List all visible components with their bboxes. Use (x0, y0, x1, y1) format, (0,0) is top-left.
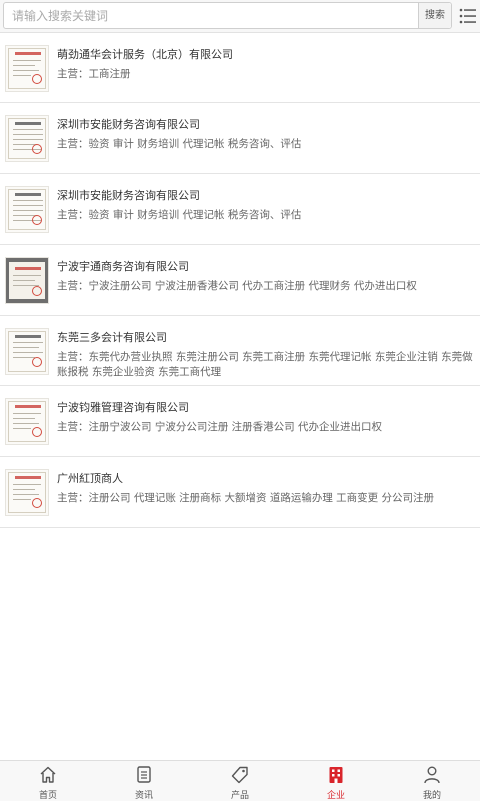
search-button[interactable]: 搜索 (418, 3, 451, 28)
search-input[interactable] (4, 3, 422, 28)
company-name[interactable]: 东莞三多会计有限公司 (57, 329, 167, 345)
list-item[interactable]: 萌劲通华会计服务（北京）有限公司 主营：工商注册 (0, 33, 480, 103)
business-license-thumbnail (5, 115, 49, 162)
search-bar: 搜索 (0, 0, 480, 33)
company-name[interactable]: 深圳市安能财务咨询有限公司 (57, 187, 200, 203)
nav-company[interactable]: 企业 (288, 761, 384, 801)
home-icon (40, 766, 56, 783)
company-business: 主营：东莞代办营业执照 东莞注册公司 东莞工商注册 东莞代理记帐 东莞企业注销 … (57, 351, 473, 378)
company-business: 主营：宁波注册公司 宁波注册香港公司 代办工商注册 代理财务 代办进出口权 (57, 280, 417, 292)
nav-company-label: 企业 (326, 791, 345, 801)
user-icon (424, 766, 440, 784)
company-business: 主营：验资 审计 财务培训 代理记帐 税务咨询、评估 (57, 209, 302, 221)
company-list: 萌劲通华会计服务（北京）有限公司 主营：工商注册 深圳市安能财务咨询有限公司 主… (0, 33, 480, 528)
business-license-thumbnail (5, 186, 49, 233)
company-name[interactable]: 宁波宇通商务咨询有限公司 (57, 258, 189, 274)
news-icon (137, 766, 151, 783)
nav-products[interactable]: 产品 (192, 761, 288, 801)
nav-news[interactable]: 资讯 (96, 761, 192, 801)
search-box: 搜索 (3, 2, 452, 29)
tag-icon (231, 766, 248, 784)
company-business: 主营：注册公司 代理记账 注册商标 大额增资 道路运输办理 工商变更 分公司注册 (57, 492, 435, 504)
business-license-thumbnail (5, 398, 49, 445)
nav-products-label: 产品 (230, 791, 249, 801)
nav-mine[interactable]: 我的 (384, 761, 480, 801)
company-name[interactable]: 广州紅顶商人 (57, 470, 123, 486)
list-item[interactable]: 东莞三多会计有限公司 主营：东莞代办营业执照 东莞注册公司 东莞工商注册 东莞代… (0, 316, 480, 386)
company-business: 主营：工商注册 (57, 68, 131, 80)
company-name[interactable]: 宁波钧雅管理咨询有限公司 (57, 399, 189, 415)
company-business: 主营：注册宁波公司 宁波分公司注册 注册香港公司 代办企业进出口权 (57, 421, 383, 433)
company-name[interactable]: 萌劲通华会计服务（北京）有限公司 (57, 46, 233, 62)
business-license-thumbnail (5, 45, 49, 92)
business-license-thumbnail (5, 328, 49, 375)
nav-news-label: 资讯 (134, 791, 153, 801)
list-item[interactable]: 广州紅顶商人 主营：注册公司 代理记账 注册商标 大额增资 道路运输办理 工商变… (0, 457, 480, 528)
bottom-nav: 首页 资讯 产品 企业 我的 (0, 760, 480, 801)
nav-home-label: 首页 (38, 791, 57, 801)
business-license-thumbnail (5, 257, 49, 304)
list-item[interactable]: 宁波宇通商务咨询有限公司 主营：宁波注册公司 宁波注册香港公司 代办工商注册 代… (0, 245, 480, 316)
building-icon (329, 767, 343, 783)
list-menu-icon[interactable] (459, 7, 477, 25)
business-license-thumbnail (5, 469, 49, 516)
nav-mine-label: 我的 (422, 791, 441, 801)
company-name[interactable]: 深圳市安能财务咨询有限公司 (57, 116, 200, 132)
company-business: 主营：验资 审计 财务培训 代理记帐 税务咨询、评估 (57, 138, 302, 150)
nav-home[interactable]: 首页 (0, 761, 96, 801)
list-item[interactable]: 宁波钧雅管理咨询有限公司 主营：注册宁波公司 宁波分公司注册 注册香港公司 代办… (0, 386, 480, 457)
list-item[interactable]: 深圳市安能财务咨询有限公司 主营：验资 审计 财务培训 代理记帐 税务咨询、评估 (0, 174, 480, 245)
list-item[interactable]: 深圳市安能财务咨询有限公司 主营：验资 审计 财务培训 代理记帐 税务咨询、评估 (0, 103, 480, 174)
